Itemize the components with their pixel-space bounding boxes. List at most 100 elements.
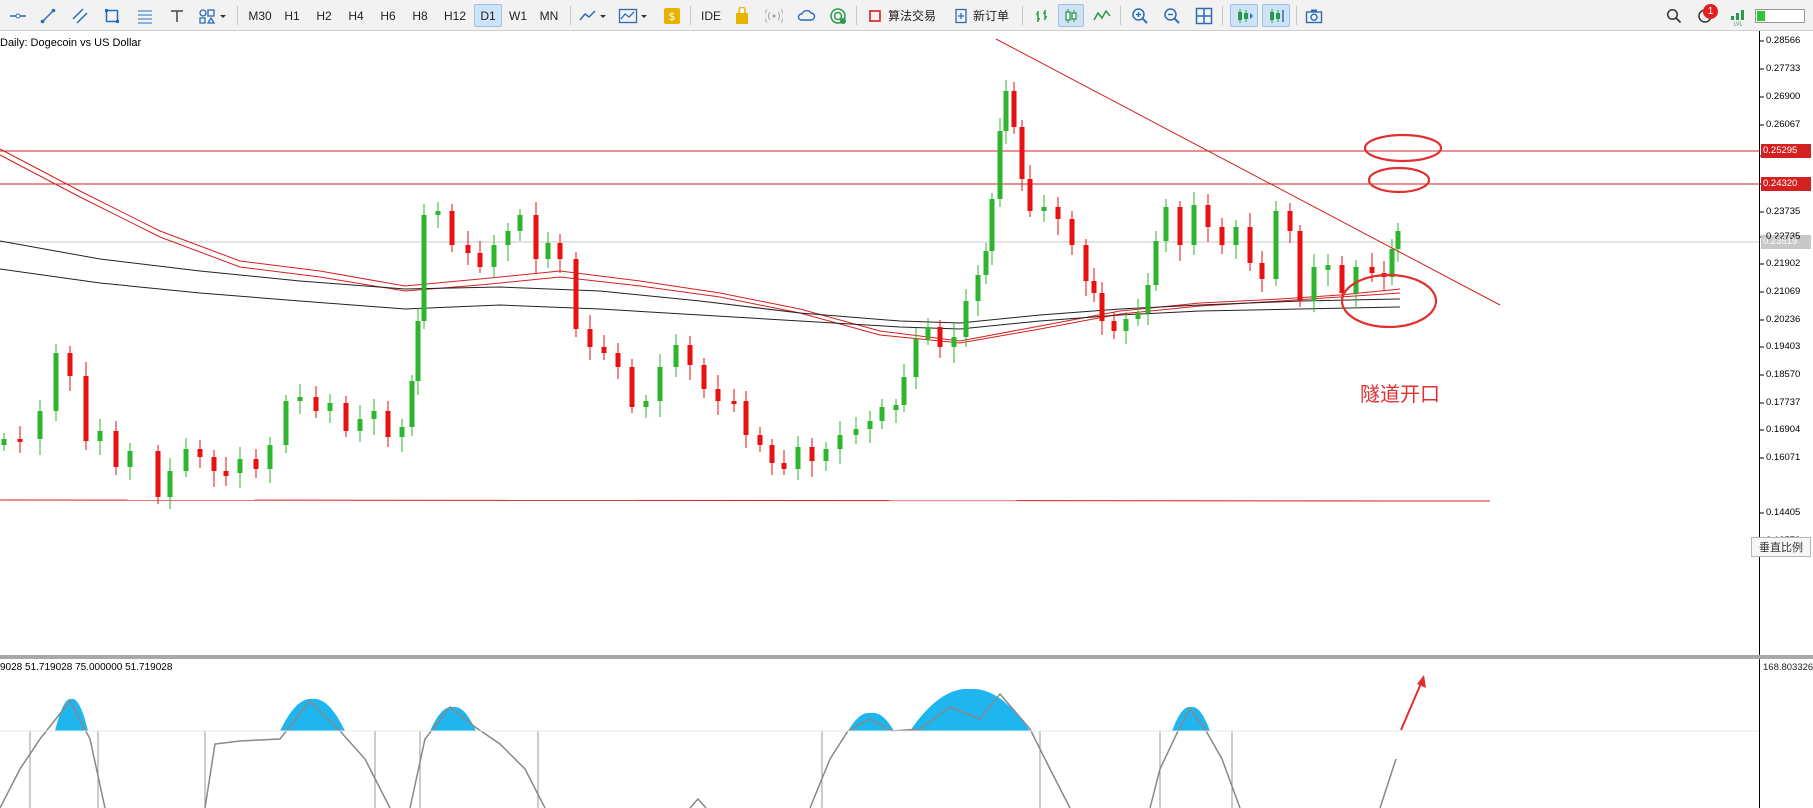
candle-body xyxy=(1163,207,1169,241)
search-icon[interactable] xyxy=(1662,4,1686,27)
ide-button[interactable]: IDE xyxy=(696,4,726,27)
timeframe-h8[interactable]: H8 xyxy=(406,4,434,27)
candle-body xyxy=(809,447,815,461)
support-line[interactable] xyxy=(0,499,1491,502)
indicators-dropdown-icon[interactable] xyxy=(616,4,652,27)
timeframe-h1[interactable]: H1 xyxy=(278,4,306,27)
cloud-icon[interactable] xyxy=(794,4,818,27)
annotation-circle-middle xyxy=(1367,166,1431,194)
candle-body xyxy=(1,439,7,445)
candle-body xyxy=(83,376,89,441)
shopping-bag-icon[interactable] xyxy=(730,4,754,27)
candle-body xyxy=(67,353,73,376)
candle-body xyxy=(415,321,421,381)
moving-average-line xyxy=(0,268,1401,330)
rectangle-tool-icon[interactable] xyxy=(100,4,124,27)
candle-body xyxy=(357,419,363,431)
candle-body xyxy=(113,431,119,467)
candle-body xyxy=(1233,227,1239,245)
timeframe-h4[interactable]: H4 xyxy=(342,4,370,27)
algo-trading-button[interactable]: 算法交易 xyxy=(864,4,956,27)
zoom-in-icon[interactable] xyxy=(1128,4,1152,27)
candle-body xyxy=(211,457,217,471)
tile-windows-icon[interactable] xyxy=(1192,4,1216,27)
channel-icon[interactable] xyxy=(68,4,92,27)
indicator-panel[interactable]: 9028 51.719028 75.000000 51.719028 xyxy=(0,659,1760,808)
timeframe-h12[interactable]: H12 xyxy=(438,4,472,27)
candle-body xyxy=(1003,91,1009,131)
candle-body xyxy=(1177,207,1183,245)
candle-body xyxy=(253,459,259,469)
candle-body xyxy=(491,245,497,267)
price-chart[interactable]: Daily: Dogecoin vs US Dollar 隧道开口 xyxy=(0,31,1760,656)
price-axis[interactable]: 0.28566 0.27733 0.26900 0.26067 0.23735 0.227… xyxy=(1760,31,1813,656)
price-axis-label: 0.26900 xyxy=(1766,91,1801,102)
timeframe-mn[interactable]: MN xyxy=(534,4,564,27)
candle-body xyxy=(237,459,243,473)
algo-trading-icon xyxy=(869,9,881,22)
price-axis-label: 0.14405 xyxy=(1766,507,1801,518)
zoom-out-icon[interactable] xyxy=(1160,4,1184,27)
text-tool-icon[interactable] xyxy=(166,4,188,27)
oscillator-line xyxy=(0,699,106,808)
candle-body xyxy=(1153,241,1159,285)
candle-body xyxy=(615,353,621,367)
timeframe-d1[interactable]: D1 xyxy=(474,4,502,27)
vps-globe-icon[interactable] xyxy=(826,4,850,27)
oscillator-envelope xyxy=(1159,730,1233,808)
candle-body xyxy=(1389,249,1395,277)
candle-body xyxy=(1311,267,1317,301)
candle-body xyxy=(951,337,957,347)
candlestick-chart-icon[interactable] xyxy=(1058,4,1084,27)
candle-body xyxy=(731,401,737,404)
signal-icon[interactable] xyxy=(762,4,786,27)
candle-body xyxy=(925,327,931,339)
oscillator-fill xyxy=(430,706,476,731)
crosshair-line-icon[interactable] xyxy=(6,4,30,27)
candle-body xyxy=(399,427,405,437)
shapes-dropdown-icon[interactable] xyxy=(196,4,230,27)
chart-type-dropdown-icon[interactable] xyxy=(576,4,610,27)
candle-body xyxy=(1219,227,1225,245)
candle-body xyxy=(983,251,989,275)
connection-status-bar[interactable] xyxy=(1754,4,1806,27)
candle-body xyxy=(1145,285,1151,313)
indicator-axis-top-label: 168.803326 xyxy=(1763,662,1813,673)
descending-trendline[interactable] xyxy=(995,38,1501,306)
candle-body xyxy=(127,451,133,467)
vertical-scale-button[interactable]: 垂直比例 xyxy=(1751,537,1811,557)
chart-title: Daily: Dogecoin vs US Dollar xyxy=(0,37,142,49)
timeframe-h6[interactable]: H6 xyxy=(374,4,402,27)
market-dollar-icon[interactable]: $ xyxy=(660,4,684,27)
price-axis-label: 0.23735 xyxy=(1766,206,1801,217)
candle-body xyxy=(327,403,333,411)
signal-level-icon[interactable]: LVL xyxy=(1726,4,1750,27)
new-order-button[interactable]: 新订单 xyxy=(950,4,1016,27)
candle-body xyxy=(757,435,763,445)
candle-body xyxy=(1055,207,1061,219)
candle-body xyxy=(17,439,23,442)
screenshot-camera-icon[interactable] xyxy=(1302,4,1326,27)
trendline-icon[interactable] xyxy=(36,4,60,27)
candle-body xyxy=(1325,265,1331,270)
candle-body xyxy=(867,421,873,429)
annotation-arrow-icon xyxy=(1400,675,1426,731)
line-chart-icon[interactable] xyxy=(1090,4,1114,27)
timeframe-w1[interactable]: W1 xyxy=(504,4,532,27)
candle-body xyxy=(901,377,907,405)
bar-chart-icon[interactable] xyxy=(1030,4,1054,27)
candle-body xyxy=(183,449,189,471)
fibonacci-icon[interactable] xyxy=(133,4,157,27)
timeframe-m30[interactable]: M30 xyxy=(244,4,276,27)
annotation-circle-top xyxy=(1363,133,1443,163)
timeframe-h2[interactable]: H2 xyxy=(310,4,338,27)
oscillator-envelope xyxy=(419,730,539,808)
chart-shift-icon[interactable] xyxy=(1262,4,1290,27)
candle-body xyxy=(837,435,843,449)
candle-body xyxy=(657,367,663,401)
candle-body xyxy=(989,199,995,251)
notification-badge: 1 xyxy=(1703,4,1718,19)
new-order-label: 新订单 xyxy=(973,9,1010,23)
candle-body xyxy=(533,215,539,259)
autoscroll-icon[interactable] xyxy=(1230,4,1258,27)
